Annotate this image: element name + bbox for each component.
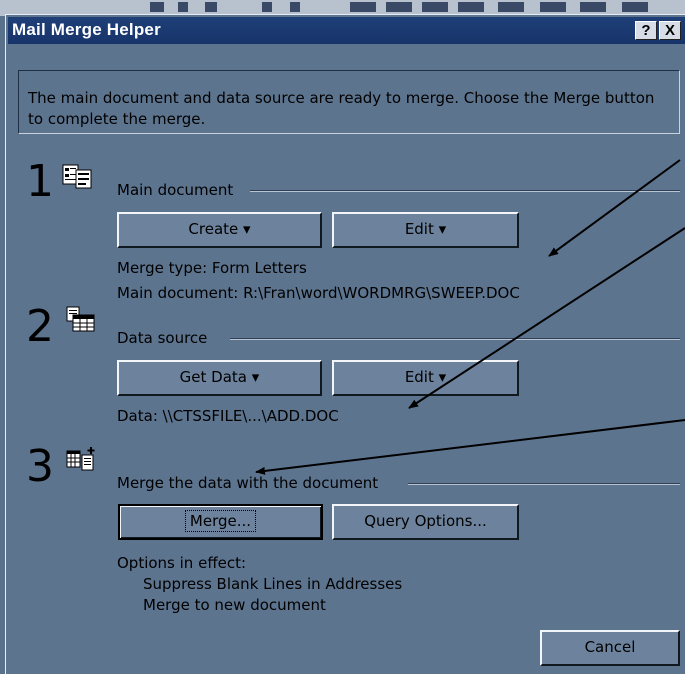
annotation-arrow [255, 419, 685, 475]
annotation-arrow [548, 159, 681, 257]
annotation-arrows [255, 159, 685, 475]
annotation-arrow [408, 227, 685, 409]
